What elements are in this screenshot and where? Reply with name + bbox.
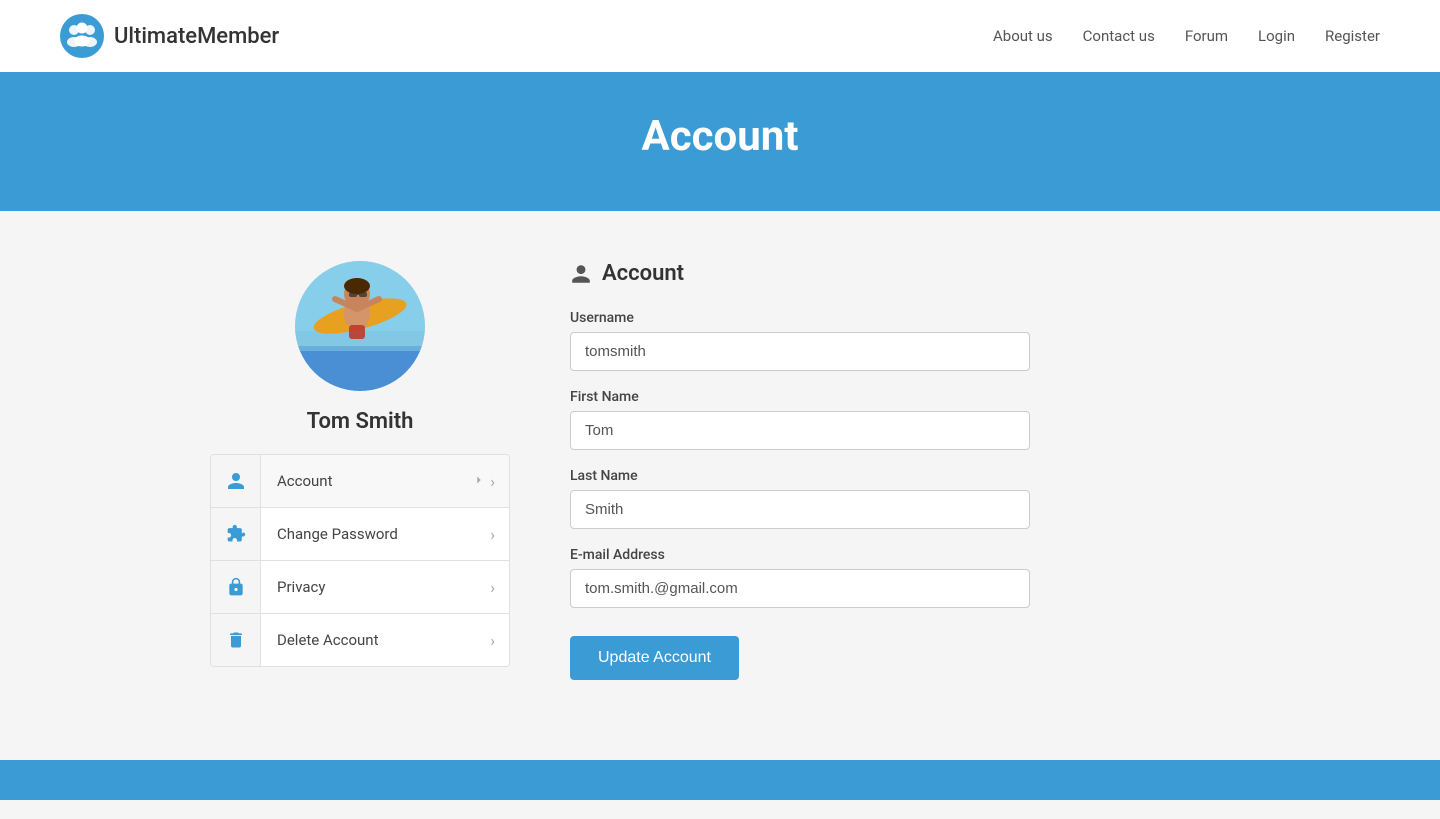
update-account-button[interactable]: Update Account (570, 636, 739, 680)
lastname-label: Last Name (570, 468, 1230, 484)
nav-register[interactable]: Register (1325, 27, 1380, 45)
email-label: E-mail Address (570, 547, 1230, 563)
user-name: Tom Smith (307, 409, 414, 434)
page-title: Account (0, 112, 1440, 161)
page-header: Account (0, 72, 1440, 211)
firstname-label: First Name (570, 389, 1230, 405)
sidebar-icon-account (211, 455, 261, 507)
sidebar-label-delete: Delete Account (261, 614, 490, 666)
sidebar-icon-password (211, 508, 261, 560)
sidebar-item-privacy[interactable]: Privacy › (211, 561, 509, 614)
brand-name: UltimateMember (114, 24, 279, 49)
page-footer (0, 760, 1440, 800)
nav-links: About us Contact us Forum Login Register (993, 27, 1380, 45)
trash-icon (226, 630, 246, 650)
email-input[interactable] (570, 569, 1030, 608)
nav-login[interactable]: Login (1258, 27, 1295, 45)
firstname-input[interactable] (570, 411, 1030, 450)
email-group: E-mail Address (570, 547, 1230, 608)
sidebar-item-account[interactable]: Account › (211, 455, 509, 508)
username-label: Username (570, 310, 1230, 326)
user-icon (226, 471, 246, 491)
nav-about[interactable]: About us (993, 27, 1053, 45)
lock-icon (226, 577, 246, 597)
form-title-icon (570, 263, 592, 285)
chevron-password-icon: › (490, 525, 509, 544)
chevron-privacy-icon: › (490, 578, 509, 597)
chevron-delete-icon: › (490, 631, 509, 650)
avatar-image (295, 261, 425, 391)
sidebar-item-password[interactable]: Change Password › (211, 508, 509, 561)
sidebar-icon-delete (211, 614, 261, 666)
lastname-group: Last Name (570, 468, 1230, 529)
puzzle-icon (226, 524, 246, 544)
sidebar-item-delete[interactable]: Delete Account › (211, 614, 509, 666)
account-form: Account Username First Name Last Name E-… (570, 261, 1230, 680)
sidebar-label-privacy: Privacy (261, 561, 490, 613)
sidebar-menu: Account › Change Password › (210, 454, 510, 667)
nav-contact[interactable]: Contact us (1083, 27, 1155, 45)
sidebar: Tom Smith Account › (210, 261, 510, 680)
firstname-group: First Name (570, 389, 1230, 450)
chevron-account-icon: › (472, 472, 509, 491)
avatar (295, 261, 425, 391)
navbar: UltimateMember About us Contact us Forum… (0, 0, 1440, 72)
brand-icon (60, 14, 104, 58)
form-title: Account (570, 261, 1230, 286)
lastname-input[interactable] (570, 490, 1030, 529)
username-group: Username (570, 310, 1230, 371)
sidebar-icon-privacy (211, 561, 261, 613)
sidebar-label-password: Change Password (261, 508, 490, 560)
main-content: Tom Smith Account › (170, 261, 1270, 680)
nav-forum[interactable]: Forum (1185, 27, 1228, 45)
sidebar-label-account: Account (261, 455, 472, 507)
username-input[interactable] (570, 332, 1030, 371)
brand-logo[interactable]: UltimateMember (60, 14, 279, 58)
